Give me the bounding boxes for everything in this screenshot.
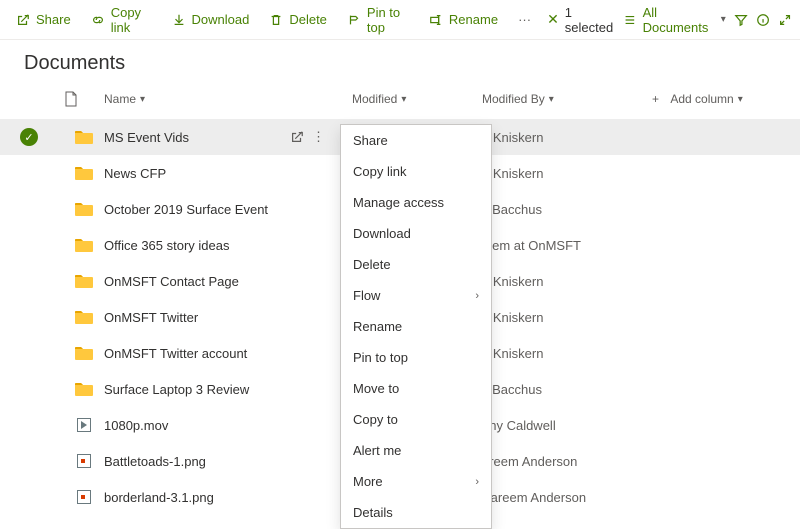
share-inline-icon[interactable] — [290, 130, 304, 144]
column-modified[interactable]: Modified▾ — [352, 92, 482, 106]
delete-label: Delete — [289, 12, 327, 27]
file-modified-by: p Kniskern — [482, 166, 652, 181]
folder-icon — [74, 381, 94, 397]
context-menu: Share Copy link Manage access Download D… — [340, 124, 492, 529]
file-modified-by: areem Anderson — [482, 454, 652, 469]
file-modified-by: p Kniskern — [482, 274, 652, 289]
ctx-flow[interactable]: Flow› — [341, 280, 491, 311]
file-name[interactable]: OnMSFT Twitter account — [104, 346, 352, 361]
chevron-right-icon: › — [475, 476, 479, 488]
file-modified-by: Kareem Anderson — [482, 490, 652, 505]
chevron-down-icon: ▾ — [401, 94, 406, 105]
view-selector-label: All Documents — [643, 5, 715, 35]
ellipsis-icon: ··· — [518, 12, 531, 27]
ctx-delete[interactable]: Delete — [341, 249, 491, 280]
file-name[interactable]: Surface Laptop 3 Review — [104, 382, 352, 397]
rename-button[interactable]: Rename — [421, 8, 506, 31]
trash-icon — [269, 13, 283, 27]
share-label: Share — [36, 12, 71, 27]
delete-button[interactable]: Delete — [261, 8, 335, 31]
download-icon — [172, 13, 186, 27]
file-name[interactable]: News CFP — [104, 166, 352, 181]
file-name[interactable]: borderland-3.1.png — [104, 490, 352, 505]
video-icon — [77, 418, 91, 432]
link-icon — [91, 13, 105, 27]
ctx-download[interactable]: Download — [341, 218, 491, 249]
chevron-down-icon: ▾ — [549, 94, 554, 105]
view-selector[interactable]: All Documents ▾ — [623, 5, 726, 35]
column-add[interactable]: + Add column▾ — [652, 92, 800, 106]
expand-icon[interactable] — [778, 12, 792, 28]
file-modified-by: nny Caldwell — [482, 418, 652, 433]
ctx-more[interactable]: More› — [341, 466, 491, 497]
selected-check-icon[interactable]: ✓ — [20, 128, 38, 146]
selection-count-label: 1 selected — [565, 5, 615, 35]
clear-selection-icon[interactable]: ✕ — [547, 11, 559, 28]
ctx-move-to[interactable]: Move to — [341, 373, 491, 404]
rename-label: Rename — [449, 12, 498, 27]
image-icon — [77, 454, 91, 468]
pin-button[interactable]: Pin to top — [339, 1, 417, 39]
folder-icon — [74, 129, 94, 145]
ctx-share[interactable]: Share — [341, 125, 491, 156]
file-name[interactable]: October 2019 Surface Event — [104, 202, 352, 217]
folder-icon — [74, 345, 94, 361]
file-name[interactable]: OnMSFT Contact Page — [104, 274, 352, 289]
share-icon — [16, 13, 30, 27]
page-title: Documents — [0, 40, 800, 79]
file-modified-by: p Kniskern — [482, 346, 652, 361]
command-bar: Share Copy link Download Delete Pin to t… — [0, 0, 800, 40]
chevron-down-icon: ▾ — [738, 94, 743, 105]
file-name[interactable]: 1080p.mov — [104, 418, 352, 433]
download-button[interactable]: Download — [164, 8, 258, 31]
column-header-row: Name▾ Modified▾ Modified By▾ + Add colum… — [0, 79, 800, 119]
file-name[interactable]: Office 365 story ideas — [104, 238, 352, 253]
folder-icon — [74, 165, 94, 181]
column-name[interactable]: Name▾ — [104, 92, 352, 106]
copy-link-button[interactable]: Copy link — [83, 1, 160, 39]
ctx-rename[interactable]: Rename — [341, 311, 491, 342]
folder-icon — [74, 201, 94, 217]
file-modified-by: if Bacchus — [482, 202, 652, 217]
folder-icon — [74, 237, 94, 253]
share-button[interactable]: Share — [8, 8, 79, 31]
ctx-copy-to[interactable]: Copy to — [341, 404, 491, 435]
folder-icon — [74, 273, 94, 289]
selection-count[interactable]: ✕ 1 selected — [547, 5, 615, 35]
ctx-copy-link[interactable]: Copy link — [341, 156, 491, 187]
plus-icon: + — [652, 92, 659, 106]
file-modified-by: if Bacchus — [482, 382, 652, 397]
chevron-right-icon: › — [475, 290, 479, 302]
file-modified-by: stem at OnMSFT — [482, 238, 652, 253]
pin-icon — [347, 13, 361, 27]
file-name[interactable]: Battletoads-1.png — [104, 454, 352, 469]
rename-icon — [429, 13, 443, 27]
image-icon — [77, 490, 91, 504]
file-modified-by: p Kniskern — [482, 310, 652, 325]
chevron-down-icon: ▾ — [140, 94, 145, 105]
column-modified-by[interactable]: Modified By▾ — [482, 92, 652, 106]
row-more-icon[interactable]: ⋮ — [312, 129, 325, 145]
file-modified-by: p Kniskern — [482, 130, 652, 145]
info-icon[interactable] — [756, 12, 770, 28]
more-actions-button[interactable]: ··· — [510, 8, 539, 31]
ctx-pin[interactable]: Pin to top — [341, 342, 491, 373]
filter-icon[interactable] — [734, 12, 748, 28]
list-icon — [623, 12, 637, 28]
file-name[interactable]: OnMSFT Twitter — [104, 310, 352, 325]
pin-label: Pin to top — [367, 5, 409, 35]
column-file-type[interactable] — [64, 91, 104, 107]
ctx-alert-me[interactable]: Alert me — [341, 435, 491, 466]
ctx-details[interactable]: Details — [341, 497, 491, 528]
copy-link-label: Copy link — [111, 5, 152, 35]
chevron-down-icon: ▾ — [721, 14, 726, 25]
file-icon — [64, 91, 78, 107]
download-label: Download — [192, 12, 250, 27]
folder-icon — [74, 309, 94, 325]
ctx-manage-access[interactable]: Manage access — [341, 187, 491, 218]
